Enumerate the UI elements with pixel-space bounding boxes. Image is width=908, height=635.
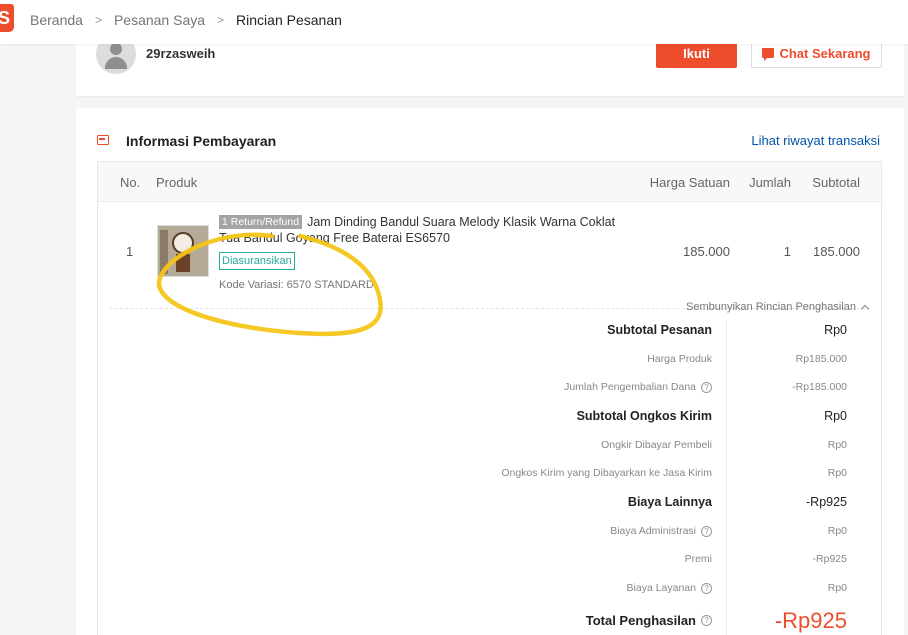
summary-label-text: Biaya Lainnya [627, 495, 712, 509]
summary-label: Ongkir Dibayar Pembeli [601, 431, 712, 460]
summary-label-text: Biaya Administrasi [610, 525, 696, 537]
summary-row: Premi -Rp925 [98, 545, 883, 574]
payment-info-card: Informasi Pembayaran Lihat riwayat trans… [76, 108, 904, 635]
question-icon[interactable]: ? [701, 382, 712, 393]
summary-label: Ongkos Kirim yang Dibayarkan ke Jasa Kir… [501, 459, 712, 488]
summary-value: -Rp925 [812, 553, 847, 565]
summary-label: Total Penghasilan? [586, 606, 712, 635]
chat-icon [762, 48, 775, 61]
summary-label: Biaya Administrasi? [610, 517, 712, 546]
summary-label-text: Jumlah Pengembalian Dana [564, 381, 696, 393]
table-header: No. Produk Harga Satuan Jumlah Subtotal [98, 162, 881, 202]
summary-label-text: Ongkir Dibayar Pembeli [601, 439, 712, 451]
chevron-right-icon: > [217, 13, 225, 27]
order-items-table: No. Produk Harga Satuan Jumlah Subtotal … [97, 161, 882, 635]
summary-row: Subtotal Pesanan Rp0 [98, 316, 883, 345]
insured-badge: Diasuransikan [219, 252, 295, 270]
summary-value: Rp0 [824, 409, 847, 423]
breadcrumb-current: Rincian Pesanan [236, 12, 342, 28]
subtotal: 185.000 [813, 244, 860, 259]
summary-label: Biaya Lainnya [628, 488, 712, 517]
product-thumbnail[interactable] [157, 225, 209, 277]
summary-row: Ongkir Dibayar Pembeli Rp0 [98, 431, 883, 460]
summary-label: Premi [685, 545, 712, 574]
summary-label: Subtotal Ongkos Kirim [577, 402, 712, 431]
payment-info-icon [97, 135, 109, 145]
variation-code: Kode Variasi: 6570 STANDARD [219, 279, 374, 291]
summary-row: Biaya Lainnya -Rp925 [98, 488, 883, 517]
chevron-up-icon [860, 304, 870, 313]
breadcrumb-home[interactable]: Beranda [30, 12, 83, 28]
refund-badge: 1 Return/Refund [219, 215, 303, 229]
col-product: Produk [156, 175, 198, 190]
chat-button-label: Chat Sekarang [779, 45, 871, 61]
quantity: 1 [783, 244, 791, 259]
summary-value: Rp0 [827, 439, 847, 451]
payment-title: Informasi Pembayaran [126, 133, 277, 149]
breadcrumb-my-orders[interactable]: Pesanan Saya [114, 12, 205, 28]
summary-label: Subtotal Pesanan [607, 316, 712, 345]
summary-value: Rp0 [824, 323, 847, 337]
summary-label-text: Biaya Layanan [626, 582, 696, 594]
question-icon[interactable]: ? [701, 583, 712, 594]
summary-label: Jumlah Pengembalian Dana? [564, 373, 712, 402]
top-bar: S Beranda > Pesanan Saya > Rincian Pesan… [0, 0, 908, 44]
summary-value: -Rp925 [774, 608, 847, 633]
col-qty: Jumlah [749, 175, 791, 190]
hide-income-details-toggle[interactable]: Sembunyikan Rincian Penghasilan [686, 301, 870, 313]
summary-label: Biaya Layanan? [627, 574, 712, 603]
transaction-history-link[interactable]: Lihat riwayat transaksi [751, 133, 880, 148]
summary-row: Biaya Layanan? Rp0 [98, 574, 883, 603]
summary-label-text: Premi [684, 553, 712, 565]
seller-name: 29rzasweih [146, 46, 216, 61]
chevron-right-icon: > [94, 13, 102, 27]
summary-row: Jumlah Pengembalian Dana? -Rp185.000 [98, 373, 883, 402]
summary-row: Subtotal Ongkos Kirim Rp0 [98, 402, 883, 431]
question-icon[interactable]: ? [701, 526, 712, 537]
summary-label: Harga Produk [647, 345, 712, 374]
summary-value: Rp0 [827, 525, 847, 537]
summary-label-text: Ongkos Kirim yang Dibayarkan ke Jasa Kir… [501, 467, 712, 479]
col-unit-price: Harga Satuan [649, 175, 730, 190]
table-row[interactable]: 1 1 Return/Refund Jam Dinding Bandul Suar… [98, 202, 881, 309]
question-icon[interactable]: ? [701, 615, 712, 626]
summary-value: -Rp925 [806, 495, 847, 509]
col-no: No. [120, 175, 141, 190]
summary-row: Total Penghasilan? -Rp925 [98, 606, 883, 635]
summary-label-text: Subtotal Pesanan [607, 323, 712, 337]
summary-label-text: Harga Produk [647, 353, 712, 365]
summary-label-text: Total Penghasilan [585, 613, 696, 628]
hide-toggle-label: Sembunyikan Rincian Penghasilan [686, 301, 856, 313]
summary-row: Biaya Administrasi? Rp0 [98, 517, 883, 546]
product-title[interactable]: 1 Return/Refund Jam Dinding Bandul Suara … [219, 214, 629, 246]
summary-value: -Rp185.000 [792, 381, 847, 393]
summary-value: Rp0 [827, 582, 847, 594]
summary-label-text: Subtotal Ongkos Kirim [576, 409, 712, 423]
summary-row: Harga Produk Rp185.000 [98, 345, 883, 374]
summary-value: Rp185.000 [795, 353, 847, 365]
breadcrumb: Beranda > Pesanan Saya > Rincian Pesanan [30, 12, 342, 28]
unit-price: 185.000 [683, 244, 730, 259]
item-no: 1 [126, 244, 134, 259]
shopee-logo-icon[interactable]: S [0, 4, 14, 32]
col-subtotal: Subtotal [812, 175, 860, 190]
summary-value: Rp0 [827, 467, 847, 479]
summary-row: Ongkos Kirim yang Dibayarkan ke Jasa Kir… [98, 459, 883, 488]
